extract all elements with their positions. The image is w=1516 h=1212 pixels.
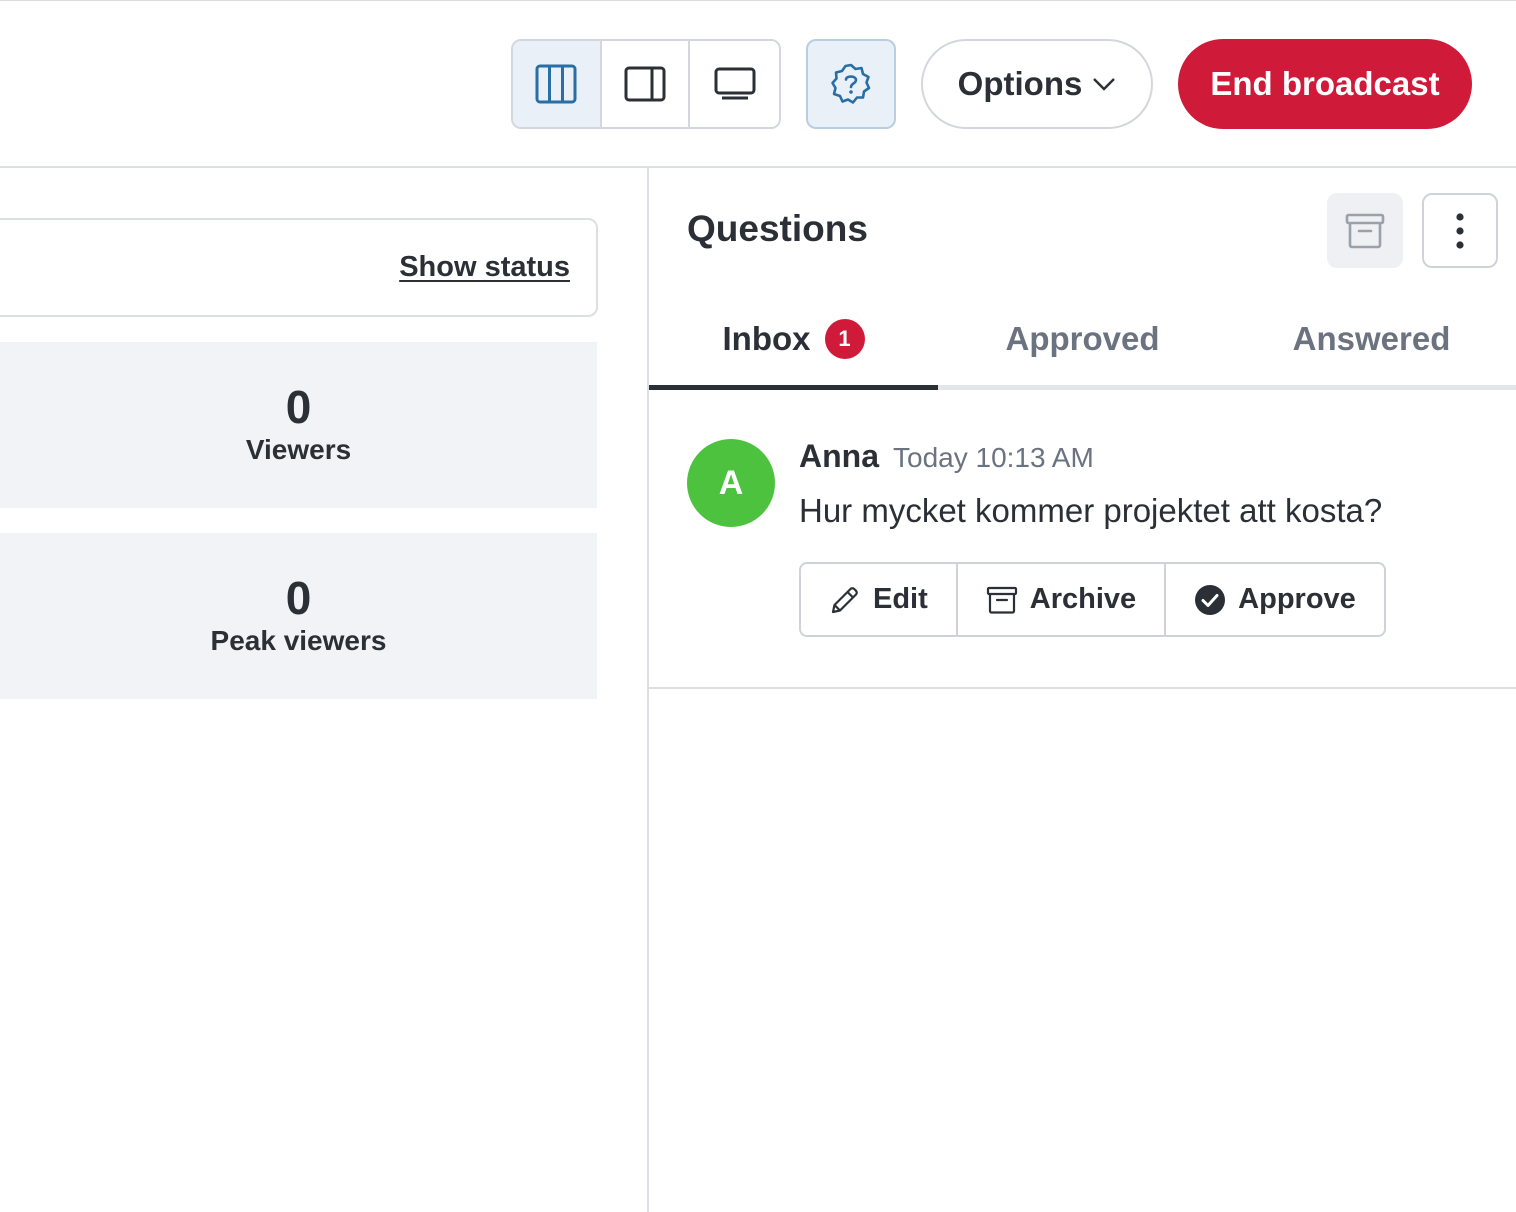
columns-icon xyxy=(535,64,577,104)
question-header: Anna Today 10:13 AM xyxy=(799,438,1094,475)
pencil-icon xyxy=(831,586,858,613)
questions-title: Questions xyxy=(687,208,868,249)
status-card: Show status xyxy=(0,218,598,317)
tab-inbox[interactable]: Inbox 1 xyxy=(649,300,938,390)
layout-switcher xyxy=(511,39,781,129)
question-actions: Edit Archive Approve xyxy=(799,562,1386,637)
tab-answered-label: Answered xyxy=(1292,320,1451,357)
question-timestamp: Today 10:13 AM xyxy=(893,442,1094,473)
question-author: Anna xyxy=(799,438,879,474)
archive-icon xyxy=(986,586,1017,614)
inbox-count-badge: 1 xyxy=(824,319,865,359)
sidebar-right-icon xyxy=(624,66,666,102)
edit-label: Edit xyxy=(873,583,928,615)
question-item: A Anna Today 10:13 AM Hur mycket kommer … xyxy=(649,392,1516,689)
options-button[interactable]: Options xyxy=(921,39,1153,129)
three-column-layout-button[interactable] xyxy=(513,41,602,127)
approve-label: Approve xyxy=(1238,583,1356,615)
question-text: Hur mycket kommer projektet att kosta? xyxy=(799,492,1383,529)
viewers-label: Viewers xyxy=(245,434,352,465)
archive-label: Archive xyxy=(1029,583,1137,615)
question-badge-icon xyxy=(831,63,871,104)
end-broadcast-button[interactable]: End broadcast xyxy=(1178,39,1472,129)
archive-icon xyxy=(1345,213,1385,248)
top-bar: Options End broadcast xyxy=(0,0,1516,168)
presentation-layout-button[interactable] xyxy=(690,41,779,127)
avatar: A xyxy=(687,439,775,527)
more-options-button[interactable] xyxy=(1422,193,1498,268)
archive-button[interactable]: Archive xyxy=(958,564,1167,635)
peak-viewers-stat: 0 Peak viewers xyxy=(0,533,597,699)
vertical-dots-icon xyxy=(1456,212,1464,249)
chevron-down-icon xyxy=(1093,78,1116,91)
options-label: Options xyxy=(957,65,1083,102)
tab-approved[interactable]: Approved xyxy=(938,300,1227,390)
tab-inbox-label: Inbox xyxy=(722,320,811,357)
peak-viewers-label: Peak viewers xyxy=(210,625,387,656)
approve-button[interactable]: Approve xyxy=(1166,564,1384,635)
peak-viewers-count: 0 xyxy=(285,572,312,624)
tab-answered[interactable]: Answered xyxy=(1227,300,1516,390)
viewers-count: 0 xyxy=(285,381,312,433)
archived-questions-button[interactable] xyxy=(1327,193,1403,268)
viewers-stat: 0 Viewers xyxy=(0,342,597,508)
help-button[interactable] xyxy=(806,39,896,129)
tab-approved-label: Approved xyxy=(1005,320,1160,357)
check-circle-icon xyxy=(1195,584,1226,615)
monitor-icon xyxy=(714,67,756,100)
edit-button[interactable]: Edit xyxy=(801,564,958,635)
show-status-link[interactable]: Show status xyxy=(399,251,570,284)
sidebar-layout-button[interactable] xyxy=(601,41,691,127)
questions-tabs: Inbox 1 Approved Answered xyxy=(649,300,1516,390)
